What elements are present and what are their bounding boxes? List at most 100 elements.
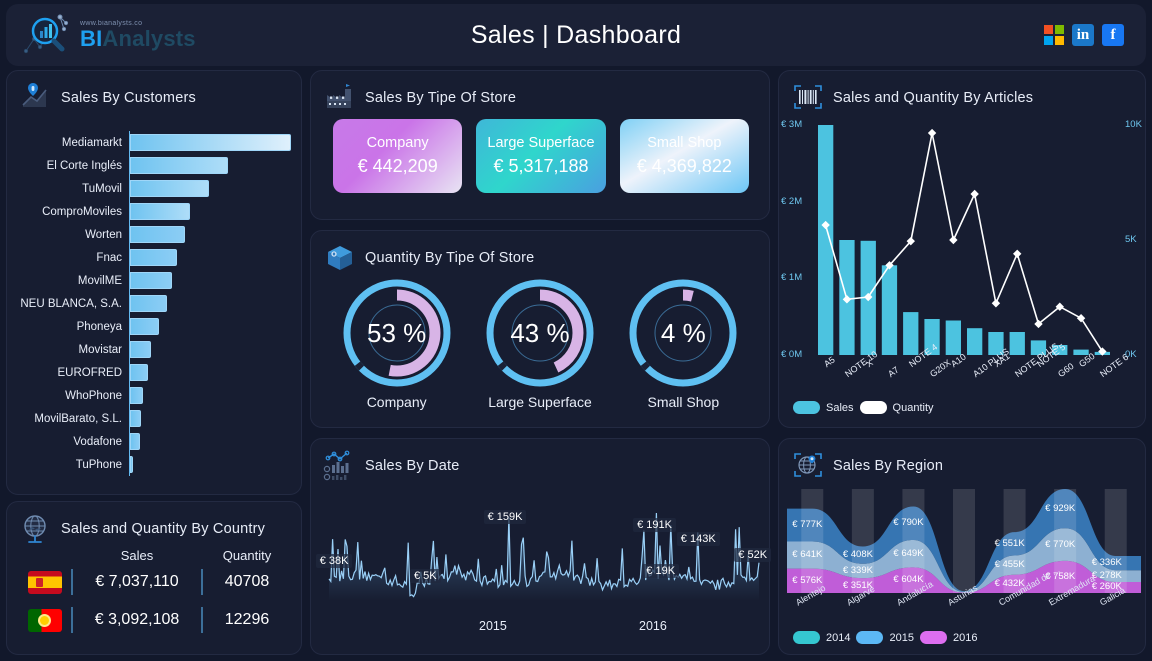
bar-track — [129, 200, 291, 223]
data-label: € 604K — [893, 574, 924, 586]
gauge-3[interactable]: 4 % Small Shop — [627, 277, 739, 410]
bar-label: EUROFRED — [57, 366, 122, 379]
data-label: € 143K — [676, 531, 720, 546]
bar-track — [129, 407, 291, 430]
data-label: € 38K — [315, 553, 353, 568]
panel-title: Sales and Quantity By Country — [61, 521, 266, 537]
table-row[interactable]: Fnac — [7, 246, 291, 269]
globe-icon — [19, 512, 53, 546]
table-row[interactable]: EUROFRED — [7, 361, 291, 384]
bar-fill — [130, 433, 140, 450]
data-label: € 19K — [642, 564, 680, 579]
store-sales-cards: Company € 442,209 Large Superface € 5,31… — [311, 115, 769, 193]
country-table: Sales Quantity € 7,037,110 40708 € 3,092,1… — [7, 546, 301, 639]
data-label: € 929K — [1045, 502, 1076, 514]
bar-track — [129, 269, 291, 292]
panel-sales-by-customers: Sales By Customers Mediamarkt El Corte In… — [6, 70, 302, 495]
chart-legend: 2014 2015 2016 — [793, 631, 977, 644]
legend-swatch — [793, 631, 820, 644]
store-card-label: Company — [366, 135, 429, 151]
bar-fill — [130, 157, 229, 174]
right-axis-tick: 5K — [1125, 234, 1137, 245]
data-label: € 191K — [633, 518, 676, 533]
gauge-caption: Company — [366, 394, 427, 410]
legend-swatch — [859, 401, 887, 414]
bar-label: WhoPhone — [65, 389, 122, 402]
gauge-caption: Small Shop — [647, 394, 720, 410]
bar-track — [129, 453, 291, 476]
bar-fill — [130, 203, 190, 220]
table-row[interactable]: Movistar — [7, 338, 291, 361]
bar-fill — [130, 456, 134, 473]
table-row[interactable]: Vodafone — [7, 430, 291, 453]
store-card-small-shop[interactable]: Small Shop € 4,369,822 — [619, 119, 749, 193]
bar-track — [129, 177, 291, 200]
microsoft-icon[interactable] — [1044, 25, 1064, 45]
table-row[interactable]: TuPhone — [7, 453, 291, 476]
table-row[interactable]: NEU BLANCA, S.A. — [7, 292, 291, 315]
bar-fill — [130, 341, 151, 358]
bar-fill — [130, 180, 209, 197]
legend-label: Quantity — [892, 401, 934, 414]
dashboard-root: www.bianalysts.co BIAnalysts Sales | Das… — [0, 0, 1152, 661]
panel-title: Sales By Tipe Of Store — [365, 90, 517, 106]
articles-chart: € 0M € 1M € 2M € 3M 0K 5K 10K A5 NOTE 10 X A7 NOTE … — [779, 115, 1147, 427]
data-label: € 641K — [792, 549, 823, 561]
store-card-label: Small Shop — [647, 135, 722, 151]
bar-fill — [130, 249, 177, 266]
table-row[interactable]: Worten — [7, 223, 291, 246]
panel-header: Quantity By Tipe Of Store — [311, 231, 769, 275]
sales-by-date-chart: € 38K € 5K € 159K € 191K € 19K € 143K € 52K 201… — [311, 483, 772, 653]
data-label: € 52K — [734, 548, 772, 563]
bar-label: Phoneya — [76, 320, 122, 333]
panel-header: Sales By Date — [311, 439, 769, 483]
table-row[interactable]: MovilBarato, S.L. — [7, 407, 291, 430]
bar-fill — [130, 318, 159, 335]
facebook-icon[interactable]: f — [1102, 24, 1124, 46]
gauge-1[interactable]: 53 % Company — [341, 277, 453, 410]
bar-track — [129, 154, 291, 177]
table-row[interactable]: TuMovil — [7, 177, 291, 200]
table-row[interactable]: El Corte Inglés — [7, 154, 291, 177]
gauge-ring: 43 % — [484, 277, 596, 389]
panel-title: Quantity By Tipe Of Store — [365, 250, 535, 266]
data-label: € 339K — [842, 564, 873, 576]
table-row[interactable]: Mediamarkt — [7, 131, 291, 154]
bar-track — [129, 223, 291, 246]
table-row[interactable]: WhoPhone — [7, 384, 291, 407]
bar-track — [129, 361, 291, 384]
gauge-ring: 53 % — [341, 277, 453, 389]
legend-swatch — [856, 631, 884, 644]
region-chart: € 576K € 351K € 604K € 432K € 758K € 260K € 64… — [779, 483, 1147, 655]
data-label: € 770K — [1045, 538, 1076, 550]
bar-label: NEU BLANCA, S.A. — [20, 297, 122, 310]
axis-tick-label: 2015 — [479, 619, 507, 633]
linkedin-icon[interactable]: in — [1072, 24, 1094, 46]
bar-label: ComproMoviles — [42, 205, 122, 218]
left-axis-tick: € 2M — [781, 195, 803, 207]
spain-flag — [28, 570, 62, 594]
store-card-value: € 442,209 — [357, 156, 438, 176]
panel-header: Sales By Region — [779, 439, 1145, 483]
table-row[interactable]: MovilME — [7, 269, 291, 292]
country-sales-value: € 3,092,108 — [71, 607, 203, 633]
factory-icon — [323, 81, 357, 115]
bar-label: Worten — [85, 228, 122, 241]
table-row[interactable]: Phoneya — [7, 315, 291, 338]
brand-bi: BI — [80, 26, 103, 51]
gauge-2[interactable]: 43 % Large Superface — [484, 277, 596, 410]
bar-fill — [130, 134, 291, 151]
legend-swatch — [919, 631, 947, 644]
store-card-company[interactable]: Company € 442,209 — [333, 119, 463, 193]
table-row[interactable]: € 3,092,108 12296 — [19, 601, 291, 639]
gauge-value: 53 % — [367, 317, 427, 348]
brand-logo[interactable]: www.bianalysts.co BIAnalysts — [20, 11, 196, 59]
data-label: € 777K — [792, 519, 823, 531]
table-row[interactable]: € 7,037,110 40708 — [19, 563, 291, 601]
store-card-large-superface[interactable]: Large Superface € 5,317,188 — [476, 119, 606, 193]
table-row[interactable]: ComproMoviles — [7, 200, 291, 223]
globe-scan-icon — [791, 449, 825, 483]
data-label: € 790K — [893, 517, 924, 529]
panel-quantity-by-type-of-store: Quantity By Tipe Of Store 53 % Company 43 … — [310, 230, 770, 428]
left-axis-tick: € 0M — [781, 349, 803, 360]
